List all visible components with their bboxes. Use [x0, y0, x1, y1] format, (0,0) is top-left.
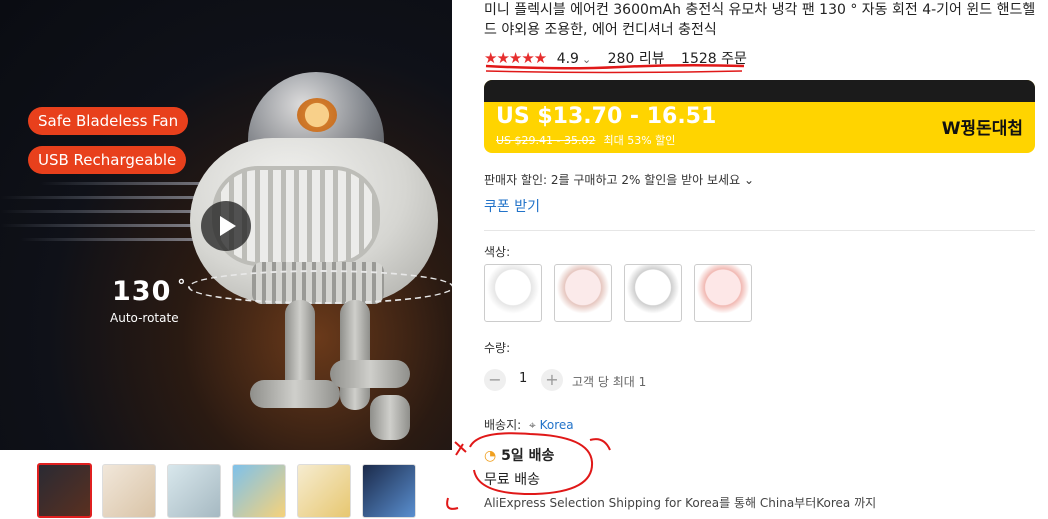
hand-drawn-annotations [446, 63, 745, 510]
